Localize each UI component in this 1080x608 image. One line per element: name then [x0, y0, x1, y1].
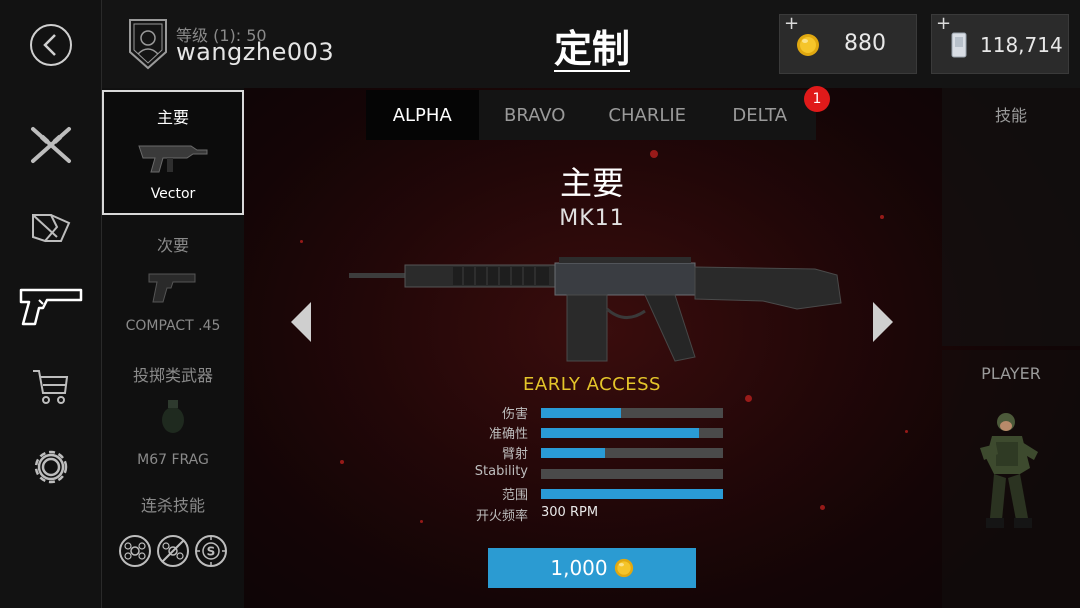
- right-panel: 技能 PLAYER: [942, 88, 1080, 608]
- stat-value: 300 RPM: [541, 505, 599, 520]
- stat-fill: [541, 489, 723, 499]
- stat-stability: Stability: [440, 464, 740, 484]
- killstreak-icons: S: [102, 534, 244, 568]
- stat-fill: [541, 428, 700, 438]
- primary-slot[interactable]: 主要 Vector: [102, 90, 244, 215]
- back-arrow-icon: [30, 24, 72, 66]
- secondary-slot[interactable]: 次要 COMPACT .45: [102, 224, 244, 342]
- throwable-slot[interactable]: 投掷类武器 M67 FRAG: [102, 354, 244, 472]
- background-speck: [880, 215, 884, 219]
- back-button[interactable]: [0, 10, 102, 80]
- slot-category: 次要: [156, 236, 189, 255]
- stat-label: 臂射: [501, 447, 528, 462]
- killstreak-slot[interactable]: 连杀技能 S: [102, 484, 244, 594]
- stat-accuracy: 准确性: [440, 423, 740, 443]
- background-speck: [905, 430, 908, 433]
- gold-coin-icon: [614, 558, 633, 578]
- svg-text:S: S: [207, 545, 216, 559]
- side-navigation: [0, 0, 102, 608]
- strike-streak-icon[interactable]: S: [194, 534, 228, 568]
- stat-range: 范围: [440, 484, 740, 504]
- stat-hipfire: 臂射: [440, 443, 740, 463]
- stat-label: Stability: [474, 464, 528, 479]
- slot-weapon-name: M67 FRAG: [137, 452, 209, 468]
- stat-label: 伤害: [501, 407, 528, 422]
- stat-fill: [541, 408, 622, 418]
- pistol-icon: [19, 288, 83, 326]
- background-speck: [340, 460, 344, 464]
- counter-uav-streak-icon[interactable]: [156, 534, 190, 568]
- page-title: 定制: [553, 27, 630, 71]
- stat-label: 范围: [501, 488, 528, 503]
- notification-badge: 1: [804, 86, 830, 112]
- background-speck: [420, 520, 423, 523]
- silver-card-icon: [951, 32, 967, 58]
- gold-coin-icon: [797, 34, 819, 56]
- slot-category: 主要: [156, 108, 189, 127]
- slot-title: 主要: [559, 164, 624, 202]
- credit-currency[interactable]: + 118,714: [931, 13, 1069, 74]
- username: wangzhe003: [176, 38, 335, 66]
- uav-streak-icon[interactable]: [118, 534, 152, 568]
- stat-track: [541, 448, 723, 458]
- nav-weapons-button[interactable]: [0, 110, 102, 180]
- stat-fill: [541, 448, 605, 458]
- nav-loadout-button[interactable]: [0, 270, 102, 340]
- skills-label: 技能: [994, 106, 1027, 125]
- gold-currency[interactable]: + 880: [779, 13, 917, 74]
- next-weapon-arrow[interactable]: [871, 300, 895, 344]
- tab-delta[interactable]: DELTA: [704, 90, 817, 140]
- loadout-panel: 主要 Vector 次要 COMPACT .45 投掷类武器 M67 FRAG …: [102, 88, 244, 608]
- rank-badge-icon[interactable]: [126, 16, 170, 72]
- stat-label: 开火频率: [475, 509, 528, 524]
- vector-smg-icon: [138, 145, 208, 173]
- loadout-tabs: ALPHA BRAVO CHARLIE DELTA: [366, 90, 816, 140]
- slot-weapon-name: Vector: [150, 186, 196, 202]
- tab-alpha[interactable]: ALPHA: [366, 90, 479, 140]
- slot-weapon-name: COMPACT .45: [125, 318, 221, 334]
- crossed-rifles-icon: [31, 127, 71, 163]
- buy-button[interactable]: 1,000: [488, 548, 696, 588]
- nav-store-button[interactable]: [0, 352, 102, 422]
- top-bar: 等级 (1): 50 wangzhe003 定制 + 880 + 118,714: [102, 0, 1080, 88]
- title-underline: [554, 70, 630, 72]
- stat-track: [541, 408, 723, 418]
- tab-charlie[interactable]: CHARLIE: [591, 90, 704, 140]
- soldier-figure-image: [980, 413, 1038, 528]
- gear-icon: [34, 450, 68, 484]
- background-speck: [820, 505, 825, 510]
- pistol-weapon-icon: [148, 273, 196, 303]
- previous-weapon-arrow[interactable]: [289, 300, 313, 344]
- early-access-label: EARLY ACCESS: [523, 374, 661, 395]
- add-credits-icon[interactable]: +: [936, 13, 951, 34]
- tab-bravo[interactable]: BRAVO: [479, 90, 592, 140]
- nav-settings-button[interactable]: [0, 432, 102, 502]
- stat-track: [541, 469, 723, 479]
- grenade-icon: [162, 400, 184, 433]
- mk11-rifle-image: [349, 257, 842, 362]
- target-shards-icon: [32, 214, 71, 243]
- nav-targets-button[interactable]: [0, 192, 102, 262]
- credit-amount: 118,714: [980, 33, 1063, 57]
- background-speck: [650, 150, 658, 158]
- slot-category: 投掷类武器: [132, 366, 213, 385]
- background-speck: [300, 240, 303, 243]
- stat-damage: 伤害: [440, 403, 740, 423]
- slot-category: 连杀技能: [140, 496, 205, 515]
- background-speck: [745, 395, 752, 402]
- skills-panel[interactable]: 技能: [942, 88, 1080, 346]
- weapon-name: MK11: [559, 206, 625, 231]
- add-gold-icon[interactable]: +: [784, 13, 799, 34]
- shopping-cart-icon: [33, 370, 69, 404]
- player-panel[interactable]: PLAYER: [942, 350, 1080, 608]
- gold-amount: 880: [844, 31, 886, 56]
- stat-fire-rate: 开火频率 300 RPM: [440, 505, 740, 525]
- player-label: PLAYER: [981, 364, 1041, 383]
- price-amount: 1,000: [550, 556, 608, 580]
- stat-label: 准确性: [488, 427, 528, 442]
- stat-track: [541, 489, 723, 499]
- stat-track: [541, 428, 723, 438]
